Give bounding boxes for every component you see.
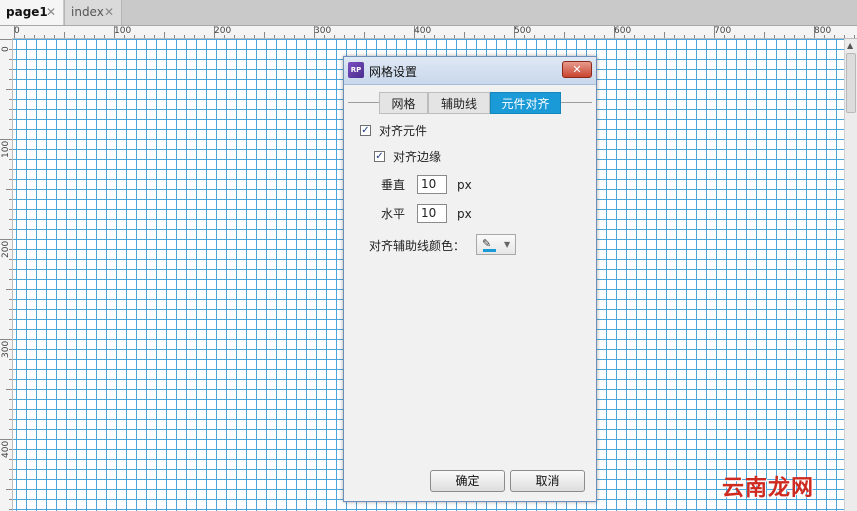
horizontal-ruler: 0 100 200 300 400 500 600 700 800 [0, 26, 857, 39]
dialog-title: 网格设置 [369, 65, 418, 79]
ruler-label: 0 [1, 46, 11, 52]
ruler-label: 700 [714, 26, 732, 36]
close-button[interactable]: ✕ [562, 61, 592, 78]
horizontal-unit: px [457, 207, 472, 221]
guide-color-picker[interactable]: ✎ ▼ [476, 234, 516, 255]
close-icon: ✕ [572, 63, 582, 76]
close-icon[interactable]: ✕ [104, 0, 114, 25]
ruler-label: 200 [214, 26, 232, 36]
snap-to-edges-checkbox[interactable]: ✓ [374, 151, 385, 162]
tab-widget-snap[interactable]: 元件对齐 [490, 92, 561, 114]
tab-guides[interactable]: 辅助线 [428, 92, 490, 114]
guide-color-label: 对齐辅助线颜色： [369, 239, 466, 253]
watermark-logo: 云南龙网 [722, 476, 815, 501]
vertical-input[interactable]: 10 [417, 175, 447, 194]
horizontal-label: 水平 [381, 207, 406, 221]
document-tab-bar: page1 ✕ index ✕ [0, 0, 857, 26]
ruler-label: 300 [314, 26, 332, 36]
grid-settings-dialog: RP 网格设置 ✕ 网格 辅助线 元件对齐 ✓ 对齐元件 ✓ 对齐边缘 垂直 1… [343, 56, 597, 502]
color-swatch [483, 249, 496, 252]
ruler-label: 200 [1, 240, 11, 258]
tab-grid[interactable]: 网格 [379, 92, 428, 114]
ruler-label: 800 [814, 26, 832, 36]
close-icon[interactable]: ✕ [46, 0, 56, 25]
tab-label: index [71, 5, 104, 19]
ruler-label: 100 [114, 26, 132, 36]
vertical-unit: px [457, 178, 472, 192]
checkbox-label: 对齐边缘 [393, 150, 442, 164]
vertical-label: 垂直 [381, 178, 406, 192]
ruler-label: 600 [614, 26, 632, 36]
snap-to-widgets-checkbox[interactable]: ✓ [360, 125, 371, 136]
checkbox-label: 对齐元件 [379, 124, 428, 138]
ruler-label: 400 [414, 26, 432, 36]
vertical-ruler: 0 100 200 300 400 [0, 38, 13, 511]
tab-page1[interactable]: page1 ✕ [0, 0, 63, 25]
ruler-label: 100 [1, 140, 11, 158]
scrollbar-thumb[interactable] [846, 53, 856, 113]
horizontal-input[interactable]: 10 [417, 204, 447, 223]
ruler-label: 500 [514, 26, 532, 36]
cancel-button[interactable]: 取消 [510, 470, 585, 492]
ruler-label: 0 [14, 26, 20, 36]
scroll-up-icon[interactable]: ▲ [847, 41, 853, 50]
ok-button[interactable]: 确定 [430, 470, 505, 492]
vertical-scrollbar[interactable]: ▲ [844, 39, 857, 511]
tab-index[interactable]: index ✕ [64, 0, 122, 25]
dialog-title-bar[interactable]: RP 网格设置 ✕ [344, 57, 596, 85]
axure-rp-icon: RP [348, 62, 364, 78]
ruler-label: 400 [1, 440, 11, 458]
tab-label: page1 [6, 5, 48, 19]
ruler-label: 300 [1, 340, 11, 358]
chevron-down-icon: ▼ [504, 240, 511, 249]
